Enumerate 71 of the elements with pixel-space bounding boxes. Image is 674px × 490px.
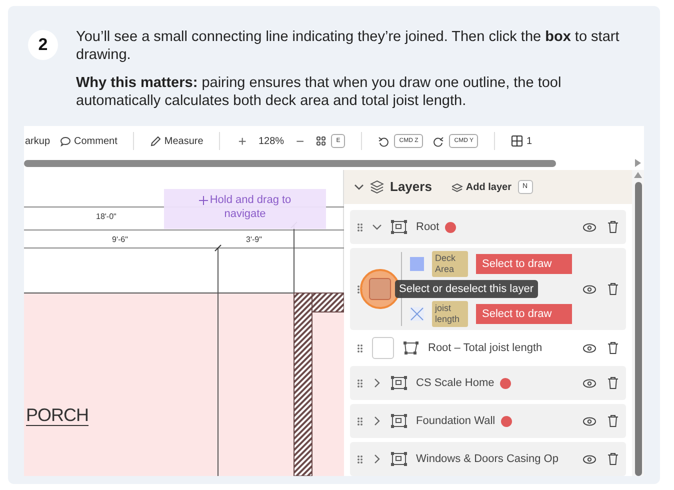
toolbar-button[interactable]: Measure [150,134,204,148]
layer-name[interactable]: CS Scale Home [416,374,494,392]
zoom-button[interactable]: + [236,130,248,152]
chevron-down-icon[interactable] [354,182,364,192]
dimension-label: 18'-0" [96,211,116,223]
floor-plan-canvas[interactable]: 18'-0" 9'-6" 3'-9" PORCH Hold and drag to navigate [24,170,344,476]
hint-text: Hold and drag to navigate [190,193,300,221]
panel-title: Layers [390,178,432,196]
drag-handle-icon[interactable] [357,378,363,388]
scrollbar[interactable] [634,182,642,476]
scrollbar[interactable] [24,160,556,166]
zoom-button[interactable]: − [294,130,306,152]
chevron-right-icon[interactable] [372,454,382,464]
checkbox[interactable] [369,278,391,300]
toolbar-button[interactable]: 1 [511,134,532,148]
toolbar-text: arkup [25,134,50,148]
eye-icon[interactable] [583,284,596,294]
toolbar-text: 128% [258,134,284,148]
instruction-text: You’ll see a small connecting line indicating they’re joined. Then click the box to start drawing. [76,28,620,64]
dimension-label: 9'-6" [112,234,128,246]
eye-icon[interactable] [583,344,596,352]
table-icon [511,135,524,147]
move-icon [198,196,208,205]
trash-icon[interactable] [608,453,618,465]
grid-icon [316,136,326,146]
eye-icon[interactable] [583,378,596,388]
frame-icon [391,376,407,390]
layer-name[interactable]: Foundation Wall [416,412,496,430]
eye-icon[interactable] [583,222,596,232]
dimension-label: 3'-9" [246,234,262,246]
layer-tag: joist length [432,301,468,327]
trash-icon[interactable] [608,283,618,295]
frame-icon [391,414,407,428]
trash-icon[interactable] [608,377,618,389]
drag-handle-icon[interactable] [357,416,363,426]
layers-icon [370,180,384,194]
color-swatch [410,257,424,271]
polygon-icon [403,341,419,355]
eye-icon[interactable] [583,454,596,464]
trash-icon[interactable] [608,415,618,427]
eye-icon[interactable] [583,416,596,426]
drag-handle-icon[interactable] [357,344,363,352]
drag-handle-icon[interactable] [357,454,363,464]
add-layer-button[interactable]: Add layer [452,180,512,194]
step-number: 2 [28,30,58,60]
up-arrow-icon[interactable] [634,172,642,178]
drag-handle-icon[interactable] [357,222,363,232]
undo-icon [378,136,390,146]
layer-name[interactable]: Root – Total joist length [428,340,542,356]
layer-tag: Deck Area [432,251,468,277]
tooltip: Select or deselect this layer [395,280,538,298]
toolbar-button[interactable]: Comment [60,134,118,148]
chevron-down-icon[interactable] [372,222,382,232]
right-arrow-icon[interactable] [635,159,641,167]
chevron-right-icon[interactable] [372,416,382,426]
select-to-draw-button[interactable]: Select to draw [476,254,572,274]
room-label: PORCH [26,404,89,427]
instruction-text: Why this matters: pairing ensures that when you draw one outline, the tool automatically calculates both deck area and total joist length. [76,74,562,110]
checkbox[interactable] [372,337,394,359]
select-to-draw-button[interactable]: Select to draw [476,304,572,324]
trash-icon[interactable] [608,221,618,233]
frame-icon [391,220,407,234]
redo-icon [433,136,444,146]
trash-icon[interactable] [608,342,618,354]
frame-icon [391,452,407,466]
pencil-icon [150,136,162,146]
comment-icon [60,136,72,146]
chevron-right-icon[interactable] [372,378,382,388]
layer-name[interactable]: Root [416,218,440,236]
add-layer-icon [452,182,463,192]
line-swatch-icon [410,307,424,321]
